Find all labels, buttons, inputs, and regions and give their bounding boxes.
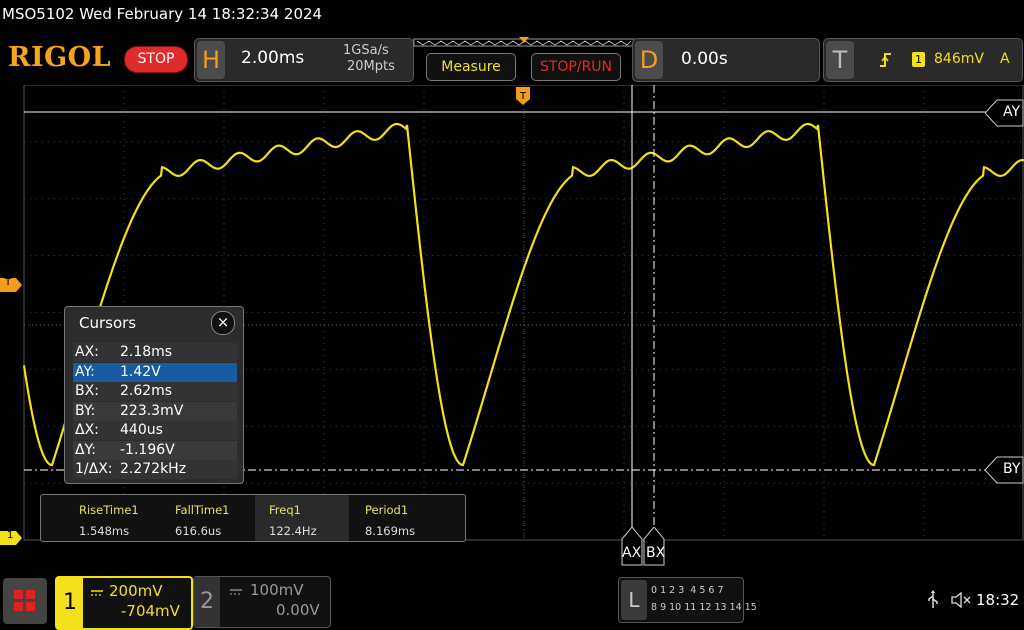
- cursor-readout-value: 1.42V: [120, 363, 161, 380]
- cursor-readout-row[interactable]: ΔY: -1.196V: [73, 440, 237, 460]
- cursor-readout-value: 2.18ms: [120, 344, 173, 360]
- dc-coupling-icon: [228, 583, 248, 602]
- measurement-item[interactable]: RiseTime1 1.548ms: [65, 495, 159, 541]
- stop-run-button[interactable]: STOP/RUN: [531, 53, 621, 81]
- cursor-by-tag-label: BY: [1003, 461, 1021, 477]
- system-clock: 18:32: [976, 591, 1020, 609]
- cursor-readout-row[interactable]: AX: 2.18ms: [73, 343, 237, 362]
- cursor-readout-value: 2.272kHz: [120, 461, 187, 477]
- channel1-scale: 200mV: [109, 582, 163, 600]
- trigger-source-badge: 1: [912, 52, 925, 67]
- cursor-readout-key: ΔY:: [75, 441, 96, 458]
- cursor-readout-key: AX:: [75, 344, 99, 360]
- logic-label: L: [621, 580, 647, 620]
- channel1-panel[interactable]: 1 200mV -704mV: [55, 576, 193, 630]
- delay-panel[interactable]: D 0.00s: [632, 38, 820, 82]
- measurement-name: Freq1: [269, 503, 301, 517]
- logic-channels-row2: 8 9 10 11 12 13 14 15: [651, 602, 757, 613]
- trigger-label: T: [826, 41, 854, 79]
- measurement-name: Period1: [365, 503, 409, 517]
- measurement-value: 8.169ms: [365, 524, 416, 538]
- logic-channels-row1: 0 1 2 3 4 5 6 7: [651, 585, 724, 596]
- trigger-level-marker[interactable]: [0, 277, 24, 293]
- measurement-value: 1.548ms: [79, 524, 130, 538]
- rigol-logo: RIGOL: [8, 42, 112, 73]
- measurement-name: FallTime1: [175, 503, 230, 517]
- sample-rate: 1GSa/s: [343, 43, 389, 58]
- cursor-readout-value: 223.3mV: [120, 402, 184, 419]
- measurement-value: 122.4Hz: [269, 524, 317, 538]
- menu-button[interactable]: [3, 578, 47, 624]
- trigger-level: 846mV: [934, 51, 984, 67]
- cursor-readout-value: 2.62ms: [120, 383, 173, 399]
- timebase-value: 2.00ms: [241, 48, 305, 68]
- channel2-scale: 100mV: [250, 581, 304, 599]
- cursor-readout-key: BX:: [75, 383, 99, 399]
- cursor-readout-row[interactable]: ΔX: 440us: [73, 421, 237, 440]
- trigger-position-label: T: [519, 91, 527, 102]
- measurement-item[interactable]: Freq1 122.4Hz: [255, 495, 349, 541]
- trigger-panel[interactable]: T 1 846mV A: [823, 38, 1023, 82]
- channel2-offset: 0.00V: [276, 601, 320, 619]
- channel1-offset-marker-label: 1: [7, 530, 14, 541]
- measurement-bar: RiseTime1 1.548ms FallTime1 616.6us Freq1 122…: [40, 494, 466, 542]
- trigger-level-marker-label: T: [5, 277, 12, 288]
- cursor-readout-row[interactable]: AY: 1.42V: [73, 362, 237, 382]
- close-icon[interactable]: ×: [211, 311, 235, 335]
- cursors-dialog[interactable]: Cursors × AX: 2.18ms AY: 1.42V BX: 2.62ms BY: 2…: [64, 306, 244, 484]
- horizontal-panel[interactable]: H 2.00ms 1GSa/s 20Mpts: [194, 38, 414, 82]
- cursor-readout-row[interactable]: 1/ΔX: 2.272kHz: [73, 460, 237, 479]
- grid-menu-icon: [14, 590, 35, 611]
- channel1-number: 1: [57, 578, 83, 628]
- channel2-panel[interactable]: 2 100mV 0.00V: [193, 576, 331, 628]
- cursor-readout-value: -1.196V: [120, 441, 175, 458]
- measurement-value: 616.6us: [175, 524, 222, 538]
- horizontal-label: H: [197, 41, 225, 79]
- measurement-item[interactable]: Period1 8.169ms: [351, 495, 445, 541]
- dc-coupling-icon: [89, 584, 109, 596]
- run-state-button[interactable]: STOP: [124, 46, 188, 73]
- rising-edge-icon: [880, 53, 891, 67]
- cursor-readout-key: 1/ΔX:: [75, 461, 113, 477]
- instrument-title: MSO5102 Wed February 14 18:32:34 2024: [2, 5, 323, 23]
- measure-button[interactable]: Measure: [426, 53, 516, 81]
- speaker-muted-icon[interactable]: [950, 590, 972, 610]
- usb-icon: [928, 590, 938, 608]
- channel1-offset: -704mV: [121, 602, 180, 620]
- delay-label: D: [635, 41, 663, 79]
- measurement-name: RiseTime1: [79, 503, 139, 517]
- cursor-ax-tag-label: AX: [622, 545, 642, 561]
- measurement-item[interactable]: FallTime1 616.6us: [161, 495, 255, 541]
- cursors-dialog-title: Cursors: [79, 314, 137, 332]
- cursor-readout-key: AY:: [75, 363, 95, 380]
- cursor-bx-tag-label: BX: [646, 545, 666, 561]
- cursor-ay-tag-label: AY: [1003, 104, 1021, 120]
- memory-depth: 20Mpts: [347, 59, 395, 74]
- logic-panel[interactable]: L 0 1 2 3 4 5 6 7 8 9 10 11 12 13 14 15: [618, 577, 757, 623]
- cursor-readout-value: 440us: [120, 422, 163, 438]
- cursor-readout-row[interactable]: BY: 223.3mV: [73, 401, 237, 421]
- cursor-readout-key: BY:: [75, 402, 96, 419]
- cursor-readout-row[interactable]: BX: 2.62ms: [73, 382, 237, 401]
- memory-position-bar: [413, 37, 635, 47]
- channel2-number: 2: [194, 577, 220, 627]
- trigger-mode: A: [1000, 51, 1010, 67]
- cursor-readout-key: ΔX:: [75, 422, 99, 438]
- delay-value: 0.00s: [681, 49, 728, 69]
